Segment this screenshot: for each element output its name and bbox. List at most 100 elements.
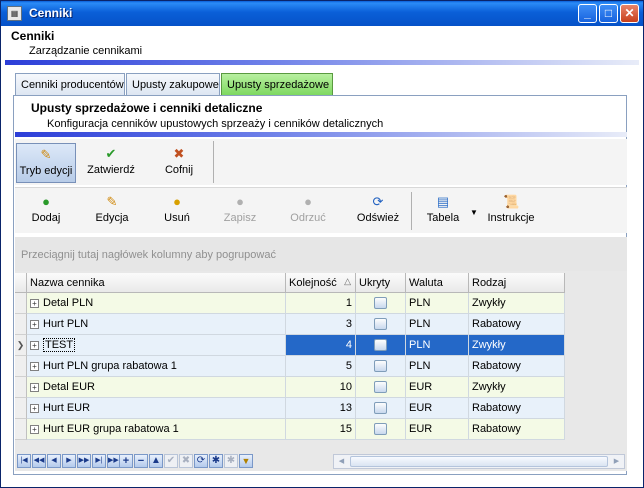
tab-purchase-discounts[interactable]: Upusty zakupowe bbox=[126, 73, 220, 95]
discard-button[interactable]: ● Odrzuć bbox=[283, 194, 333, 224]
close-button[interactable]: ✕ bbox=[620, 4, 639, 23]
table-row[interactable]: + Detal PLN 1 PLN Zwykły bbox=[15, 293, 565, 314]
cell-hidden[interactable] bbox=[356, 335, 406, 356]
column-header-order[interactable]: Kolejność △ bbox=[286, 273, 356, 293]
hidden-checkbox[interactable] bbox=[374, 297, 387, 310]
table-button[interactable]: ▤ Tabela bbox=[419, 194, 467, 224]
cell-currency[interactable]: PLN bbox=[406, 356, 469, 377]
cell-order[interactable]: 13 bbox=[286, 398, 356, 419]
table-row[interactable]: + Hurt EUR 13 EUR Rabatowy bbox=[15, 398, 565, 419]
cell-type[interactable]: Zwykły bbox=[469, 335, 565, 356]
cell-name[interactable]: + Hurt PLN grupa rabatowa 1 bbox=[27, 356, 286, 377]
column-header-name[interactable]: Nazwa cennika bbox=[27, 273, 286, 293]
goto-bookmark-icon[interactable]: ✱ bbox=[224, 454, 238, 468]
group-by-area[interactable]: Przeciągnij tutaj nagłówek kolumny aby p… bbox=[15, 237, 627, 271]
cell-order[interactable]: 10 bbox=[286, 377, 356, 398]
cell-order[interactable]: 1 bbox=[286, 293, 356, 314]
refresh-button[interactable]: ⟳ Odśwież bbox=[353, 194, 403, 224]
minimize-button[interactable]: _ bbox=[578, 4, 597, 23]
row-indicator[interactable] bbox=[15, 293, 27, 314]
prev-page-icon[interactable]: ◀◀ bbox=[32, 454, 46, 468]
next-page-icon[interactable]: ▶▶ bbox=[77, 454, 91, 468]
expand-icon[interactable]: + bbox=[30, 403, 39, 413]
cell-name[interactable]: + Detal PLN bbox=[27, 293, 286, 314]
cell-order[interactable]: 15 bbox=[286, 419, 356, 440]
delete-button[interactable]: ● Usuń bbox=[155, 194, 199, 224]
cell-order[interactable]: 4 bbox=[286, 335, 356, 356]
cell-currency[interactable]: EUR bbox=[406, 398, 469, 419]
insert-record-icon[interactable]: + bbox=[119, 454, 133, 468]
save-button[interactable]: ● Zapisz bbox=[217, 194, 263, 224]
hidden-checkbox[interactable] bbox=[374, 423, 387, 436]
cell-order[interactable]: 5 bbox=[286, 356, 356, 377]
maximize-button[interactable]: □ bbox=[599, 4, 618, 23]
filter-icon[interactable]: ▼ bbox=[239, 454, 253, 468]
table-row-selected[interactable]: ❯ + TEST 4 PLN Zwykły bbox=[15, 335, 565, 356]
edit-mode-button[interactable]: ✎ Tryb edycji bbox=[16, 143, 76, 183]
scroll-left-icon[interactable]: ◀ bbox=[335, 456, 348, 467]
cell-type[interactable]: Rabatowy bbox=[469, 398, 565, 419]
hidden-checkbox[interactable] bbox=[374, 381, 387, 394]
cell-name[interactable]: + Detal EUR bbox=[27, 377, 286, 398]
row-indicator[interactable] bbox=[15, 398, 27, 419]
cell-hidden[interactable] bbox=[356, 398, 406, 419]
cell-hidden[interactable] bbox=[356, 419, 406, 440]
cell-hidden[interactable] bbox=[356, 314, 406, 335]
cell-hidden[interactable] bbox=[356, 377, 406, 398]
cell-type[interactable]: Zwykły bbox=[469, 293, 565, 314]
edit-record-icon[interactable]: ▲ bbox=[149, 454, 163, 468]
hidden-checkbox[interactable] bbox=[374, 339, 387, 352]
cell-hidden[interactable] bbox=[356, 293, 406, 314]
cell-name[interactable]: + Hurt EUR grupa rabatowa 1 bbox=[27, 419, 286, 440]
cell-currency[interactable]: EUR bbox=[406, 377, 469, 398]
row-indicator[interactable] bbox=[15, 356, 27, 377]
cell-name[interactable]: + Hurt PLN bbox=[27, 314, 286, 335]
cell-hidden[interactable] bbox=[356, 356, 406, 377]
tab-producer-pricelists[interactable]: Cenniki producentów bbox=[15, 73, 125, 95]
expand-icon[interactable]: + bbox=[30, 298, 39, 308]
delete-record-icon[interactable]: − bbox=[134, 454, 148, 468]
expand-icon[interactable]: + bbox=[30, 424, 39, 434]
column-header-currency[interactable]: Waluta bbox=[406, 273, 469, 293]
table-row[interactable]: + Hurt EUR grupa rabatowa 1 15 EUR Rabato… bbox=[15, 419, 565, 440]
edit-button[interactable]: ✎ Edycja bbox=[87, 194, 137, 224]
first-record-icon[interactable]: |◀ bbox=[17, 454, 31, 468]
approve-button[interactable]: ✔ Zatwierdź bbox=[81, 143, 141, 183]
cell-currency[interactable]: PLN bbox=[406, 314, 469, 335]
save-bookmark-icon[interactable]: ✱ bbox=[209, 454, 223, 468]
post-record-icon[interactable]: ✔ bbox=[164, 454, 178, 468]
horizontal-scrollbar[interactable]: ◀ ▶ bbox=[333, 454, 625, 469]
tab-sales-discounts[interactable]: Upusty sprzedażowe bbox=[221, 73, 333, 95]
expand-icon[interactable]: + bbox=[30, 340, 39, 350]
hidden-checkbox[interactable] bbox=[374, 360, 387, 373]
hidden-checkbox[interactable] bbox=[374, 318, 387, 331]
cell-currency[interactable]: PLN bbox=[406, 293, 469, 314]
cell-currency[interactable]: PLN bbox=[406, 335, 469, 356]
cell-type[interactable]: Rabatowy bbox=[469, 314, 565, 335]
row-indicator[interactable] bbox=[15, 314, 27, 335]
prev-record-icon[interactable]: ◀ bbox=[47, 454, 61, 468]
column-header-type[interactable]: Rodzaj bbox=[469, 273, 565, 293]
table-row[interactable]: + Hurt PLN grupa rabatowa 1 5 PLN Rabatow… bbox=[15, 356, 565, 377]
cell-name[interactable]: + Hurt EUR bbox=[27, 398, 286, 419]
instructions-button[interactable]: 📜 Instrukcje bbox=[483, 194, 539, 224]
scrollbar-thumb[interactable] bbox=[350, 456, 608, 467]
app-icon[interactable]: ▦ bbox=[7, 6, 22, 21]
hidden-checkbox[interactable] bbox=[374, 402, 387, 415]
cancel-record-icon[interactable]: ✖ bbox=[179, 454, 193, 468]
cell-type[interactable]: Rabatowy bbox=[469, 419, 565, 440]
last-record-icon[interactable]: ▶| bbox=[92, 454, 106, 468]
next-record-icon[interactable]: ▶ bbox=[62, 454, 76, 468]
cell-order[interactable]: 3 bbox=[286, 314, 356, 335]
expand-icon[interactable]: + bbox=[30, 361, 39, 371]
title-bar[interactable]: ▦ Cenniki _ □ ✕ bbox=[1, 1, 643, 26]
refresh-records-icon[interactable]: ⟳ bbox=[194, 454, 208, 468]
expand-icon[interactable]: + bbox=[30, 382, 39, 392]
row-indicator[interactable] bbox=[15, 419, 27, 440]
cell-currency[interactable]: EUR bbox=[406, 419, 469, 440]
table-dropdown-arrow[interactable]: ▼ bbox=[469, 208, 479, 217]
table-row[interactable]: + Detal EUR 10 EUR Zwykły bbox=[15, 377, 565, 398]
current-row-indicator[interactable]: ❯ bbox=[15, 335, 27, 356]
cell-name[interactable]: + TEST bbox=[27, 335, 286, 356]
undo-button[interactable]: ✖ Cofnij bbox=[151, 143, 207, 183]
